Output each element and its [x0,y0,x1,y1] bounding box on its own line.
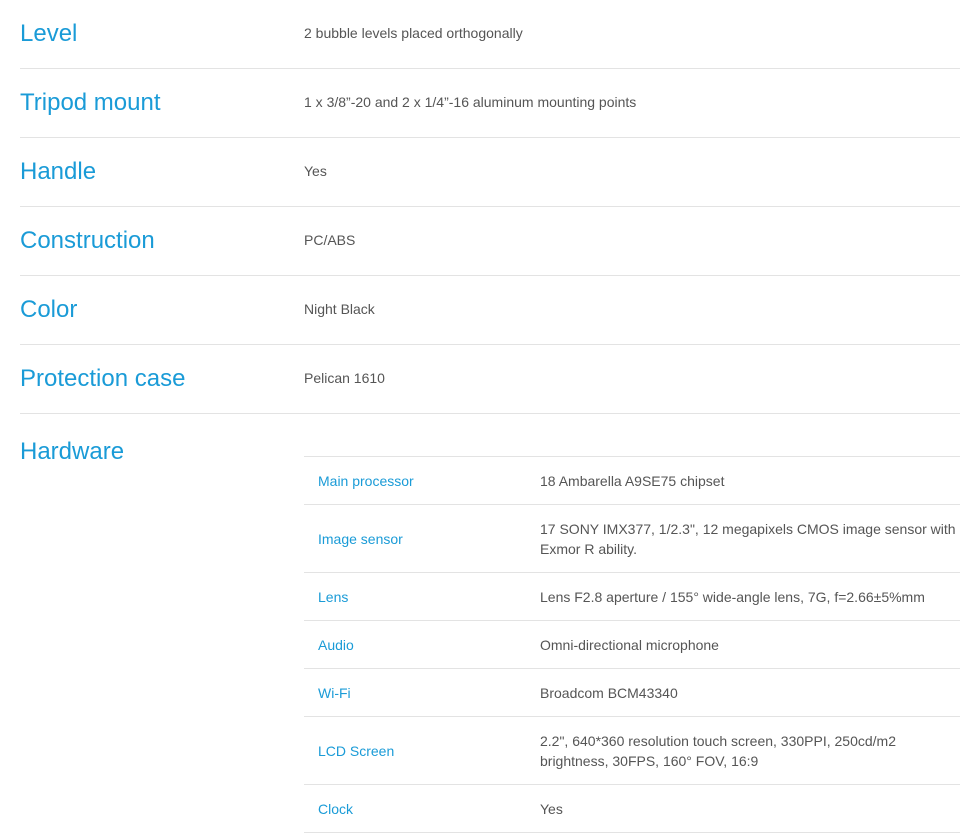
spec-row-level: Level 2 bubble levels placed orthogonall… [20,0,960,69]
hardware-key: Image sensor [318,530,403,547]
hardware-section: Hardware Main processor 18 Ambarella A9S… [20,414,960,833]
spec-value: PC/ABS [304,232,356,249]
hardware-row-clock: Clock Yes [304,785,960,833]
hardware-value: 17 SONY IMX377, 1/2.3", 12 megapixels CM… [540,520,956,557]
hardware-value: Lens F2.8 aperture / 155° wide-angle len… [540,588,925,605]
spec-label: Protection case [20,365,186,392]
spec-list: Level 2 bubble levels placed orthogonall… [20,0,960,833]
hardware-table: Main processor 18 Ambarella A9SE75 chips… [304,456,960,833]
spec-label: Tripod mount [20,89,161,116]
hardware-row-main-processor: Main processor 18 Ambarella A9SE75 chips… [304,457,960,505]
hardware-value: 2.2", 640*360 resolution touch screen, 3… [540,732,896,769]
hardware-key: Lens [318,588,349,605]
hardware-value: 18 Ambarella A9SE75 chipset [540,472,725,489]
spec-value: Yes [304,163,327,180]
spec-label: Color [20,296,78,323]
hardware-key: Clock [318,800,354,817]
hardware-key: Audio [318,636,354,653]
hardware-title: Hardware [20,438,125,465]
hardware-key: Main processor [318,472,414,489]
hardware-value: Broadcom BCM43340 [540,684,678,701]
spec-value: 2 bubble levels placed orthogonally [304,25,523,42]
spec-row-color: Color Night Black [20,276,960,345]
hardware-row-lcd-screen: LCD Screen 2.2", 640*360 resolution touc… [304,717,960,785]
hardware-value: Omni-directional microphone [540,636,719,653]
hardware-row-lens: Lens Lens F2.8 aperture / 155° wide-angl… [304,573,960,621]
hardware-row-image-sensor: Image sensor 17 SONY IMX377, 1/2.3", 12 … [304,505,960,573]
spec-label: Construction [20,227,155,254]
spec-label: Handle [20,158,97,185]
hardware-row-audio: Audio Omni-directional microphone [304,621,960,669]
hardware-key: Wi-Fi [318,684,351,701]
spec-row-handle: Handle Yes [20,138,960,207]
hardware-row-wifi: Wi-Fi Broadcom BCM43340 [304,669,960,717]
spec-value: Pelican 1610 [304,370,385,387]
spec-value: Night Black [304,301,375,318]
spec-label: Level [20,20,78,47]
hardware-key: LCD Screen [318,742,395,759]
spec-row-protection-case: Protection case Pelican 1610 [20,345,960,414]
spec-row-tripod-mount: Tripod mount 1 x 3/8”-20 and 2 x 1/4”-16… [20,69,960,138]
spec-value: 1 x 3/8”-20 and 2 x 1/4”-16 aluminum mou… [304,94,637,111]
hardware-value: Yes [540,800,563,817]
spec-row-construction: Construction PC/ABS [20,207,960,276]
